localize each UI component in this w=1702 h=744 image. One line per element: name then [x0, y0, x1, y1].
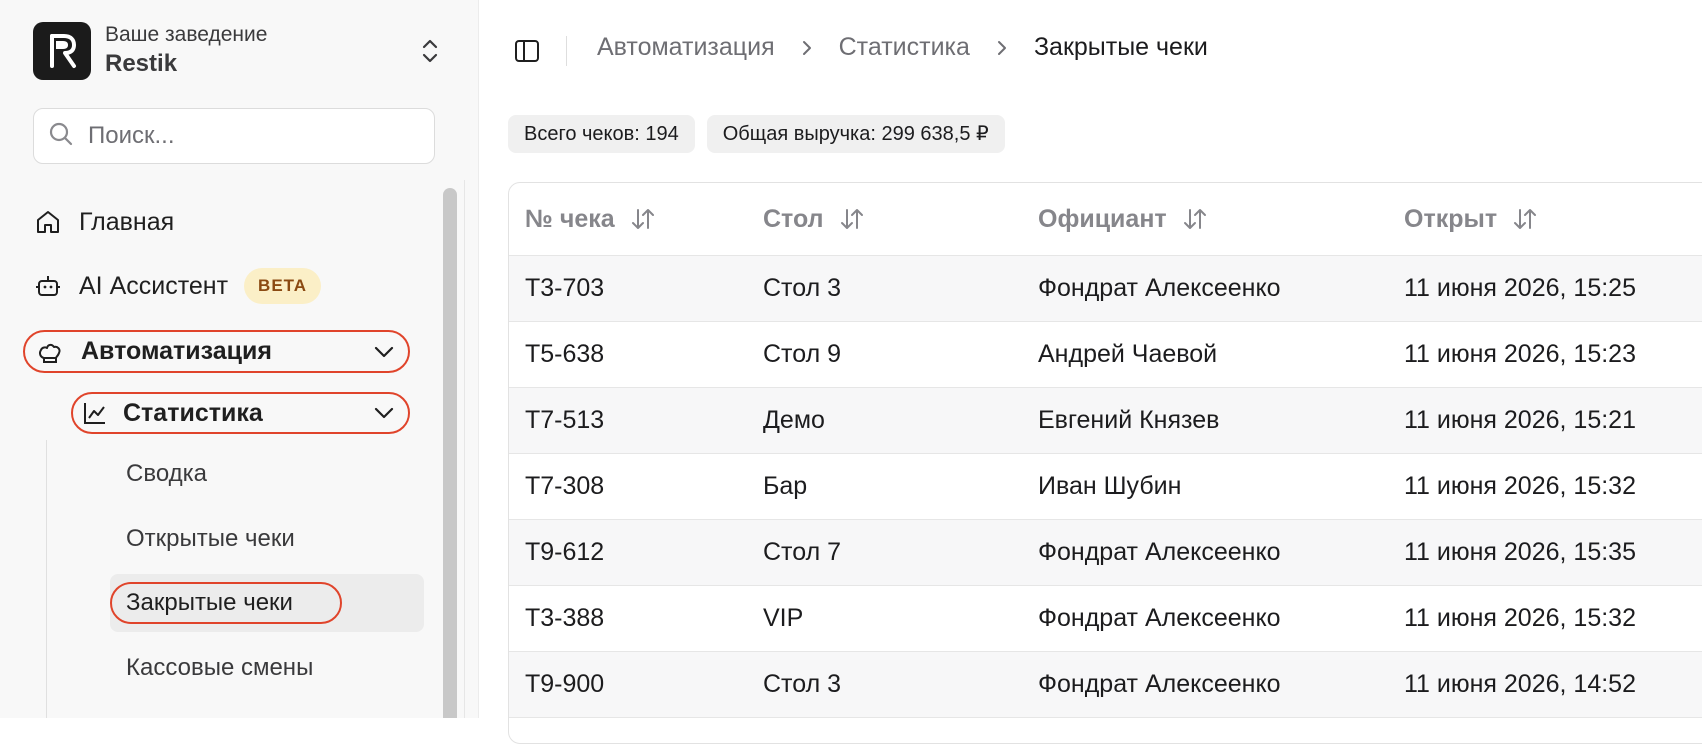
column-label: Официант	[1038, 204, 1167, 233]
cell-opened: 11 июня 2026, 15:32	[1404, 604, 1636, 632]
table-row[interactable]: T3-703 Стол 3 Фондрат Алексеенко 11 июня…	[509, 256, 1702, 322]
sidebar-item-home[interactable]: Главная	[33, 207, 174, 237]
breadcrumb-automation[interactable]: Автоматизация	[597, 33, 775, 62]
sidebar-item-label: AI Ассистент	[79, 271, 229, 300]
column-label: № чека	[525, 204, 615, 233]
sort-icon[interactable]	[629, 205, 657, 233]
cell-opened: 11 июня 2026, 15:35	[1404, 538, 1636, 566]
chef-hat-icon	[35, 337, 65, 367]
home-icon	[33, 207, 63, 237]
table-row[interactable]: T3-388 VIP Фондрат Алексеенко 11 июня 20…	[509, 586, 1702, 652]
sidebar-item-automation[interactable]: Автоматизация	[23, 330, 410, 373]
search-input[interactable]	[86, 121, 410, 151]
table-header: № чека Стол Официант Открыт	[509, 183, 1702, 256]
sort-icon[interactable]	[1511, 205, 1539, 233]
cell-check-number: T9-900	[525, 670, 605, 698]
chevron-up-down-icon[interactable]	[416, 37, 444, 65]
chevron-right-icon	[797, 38, 817, 58]
stats-bar: Всего чеков: 194 Общая выручка: 299 638,…	[508, 115, 1005, 153]
restik-logo-icon	[33, 22, 91, 80]
total-revenue-badge: Общая выручка: 299 638,5 ₽	[706, 115, 1005, 153]
toggle-sidebar-icon[interactable]	[512, 36, 542, 66]
cell-table: Стол 3	[763, 670, 842, 698]
cell-waiter: Андрей Чаевой	[1038, 340, 1218, 368]
total-checks-badge: Всего чеков: 194	[508, 115, 695, 153]
table-row[interactable]: T9-900 Стол 3 Фондрат Алексеенко 11 июня…	[509, 652, 1702, 718]
sidebar: Ваше заведение Restik Главная AI Ассисте…	[0, 0, 479, 718]
sidebar-item-label: Закрытые чеки	[126, 589, 293, 616]
org-switcher[interactable]: Ваше заведение Restik	[33, 22, 444, 80]
chevron-right-icon	[992, 38, 1012, 58]
sidebar-item-label: Автоматизация	[81, 337, 272, 365]
column-header-waiter[interactable]: Официант	[1038, 205, 1209, 234]
sidebar-scrollbar[interactable]	[443, 188, 457, 718]
sidebar-item-label: Статистика	[123, 398, 263, 427]
table-row[interactable]: T7-513 Демо Евгений Князев 11 июня 2026,…	[509, 388, 1702, 454]
cell-table: Бар	[763, 472, 808, 500]
sort-icon[interactable]	[838, 205, 866, 233]
cell-table: Стол 9	[763, 340, 842, 368]
org-subtitle: Ваше заведение	[105, 23, 268, 46]
breadcrumb-statistics[interactable]: Статистика	[839, 33, 970, 62]
cell-opened: 11 июня 2026, 15:32	[1404, 472, 1636, 500]
cell-check-number: T3-703	[525, 274, 605, 302]
cell-check-number: T9-612	[525, 538, 605, 566]
closed-checks-table: № чека Стол Официант Открыт T3-703 Стол …	[508, 182, 1702, 744]
column-label: Стол	[763, 204, 824, 233]
cell-table: Демо	[763, 406, 825, 434]
table-row[interactable]: T7-308 Бар Иван Шубин 11 июня 2026, 15:3…	[509, 454, 1702, 520]
tree-guide-line	[46, 440, 47, 718]
cell-check-number: T5-638	[525, 340, 605, 368]
cell-opened: 11 июня 2026, 15:21	[1404, 406, 1636, 434]
sidebar-item-statistics[interactable]: Статистика	[71, 392, 410, 434]
sidebar-item-cash-shifts[interactable]: Кассовые смены	[126, 654, 313, 682]
sidebar-item-summary[interactable]: Сводка	[126, 460, 207, 488]
bot-icon	[33, 271, 63, 301]
cell-table: VIP	[763, 604, 804, 632]
breadcrumb: Автоматизация Статистика Закрытые чеки	[597, 33, 1208, 62]
sidebar-item-open-checks[interactable]: Открытые чеки	[126, 525, 295, 553]
sidebar-item-ai-assistant[interactable]: AI Ассистент BETA	[33, 268, 322, 304]
cell-waiter: Фондрат Алексеенко	[1038, 538, 1281, 566]
breadcrumb-current: Закрытые чеки	[1033, 33, 1208, 61]
cell-table: Стол 7	[763, 538, 842, 566]
line-chart-icon	[81, 399, 109, 427]
cell-waiter: Фондрат Алексеенко	[1038, 604, 1281, 632]
sidebar-divider	[464, 180, 465, 718]
cell-check-number: T3-388	[525, 604, 605, 632]
table-row[interactable]: T5-638 Стол 9 Андрей Чаевой 11 июня 2026…	[509, 322, 1702, 388]
cell-opened: 11 июня 2026, 15:23	[1404, 340, 1636, 368]
cell-check-number: T7-513	[525, 406, 605, 434]
search-box[interactable]	[33, 108, 435, 164]
column-header-check-number[interactable]: № чека	[525, 205, 657, 234]
search-icon	[48, 121, 74, 152]
chevron-down-icon[interactable]	[372, 340, 396, 364]
cell-waiter: Фондрат Алексеенко	[1038, 274, 1281, 302]
sort-icon[interactable]	[1181, 205, 1209, 233]
cell-table: Стол 3	[763, 274, 842, 302]
sidebar-item-closed-checks[interactable]: Закрытые чеки	[110, 582, 342, 624]
cell-check-number: T7-308	[525, 472, 605, 500]
column-label: Открыт	[1404, 204, 1498, 233]
chevron-down-icon[interactable]	[372, 401, 396, 425]
cell-opened: 11 июня 2026, 15:25	[1404, 274, 1636, 302]
cell-waiter: Фондрат Алексеенко	[1038, 670, 1281, 698]
table-row[interactable]: T9-612 Стол 7 Фондрат Алексеенко 11 июня…	[509, 520, 1702, 586]
org-name: Restik	[105, 50, 178, 77]
cell-opened: 11 июня 2026, 14:52	[1404, 670, 1636, 698]
beta-badge: BETA	[244, 268, 322, 304]
topbar-separator	[566, 36, 567, 66]
sidebar-item-label: Главная	[79, 207, 175, 236]
cell-waiter: Евгений Князев	[1038, 406, 1220, 434]
column-header-opened[interactable]: Открыт	[1404, 205, 1539, 234]
column-header-table[interactable]: Стол	[763, 205, 866, 234]
cell-waiter: Иван Шубин	[1038, 472, 1182, 500]
